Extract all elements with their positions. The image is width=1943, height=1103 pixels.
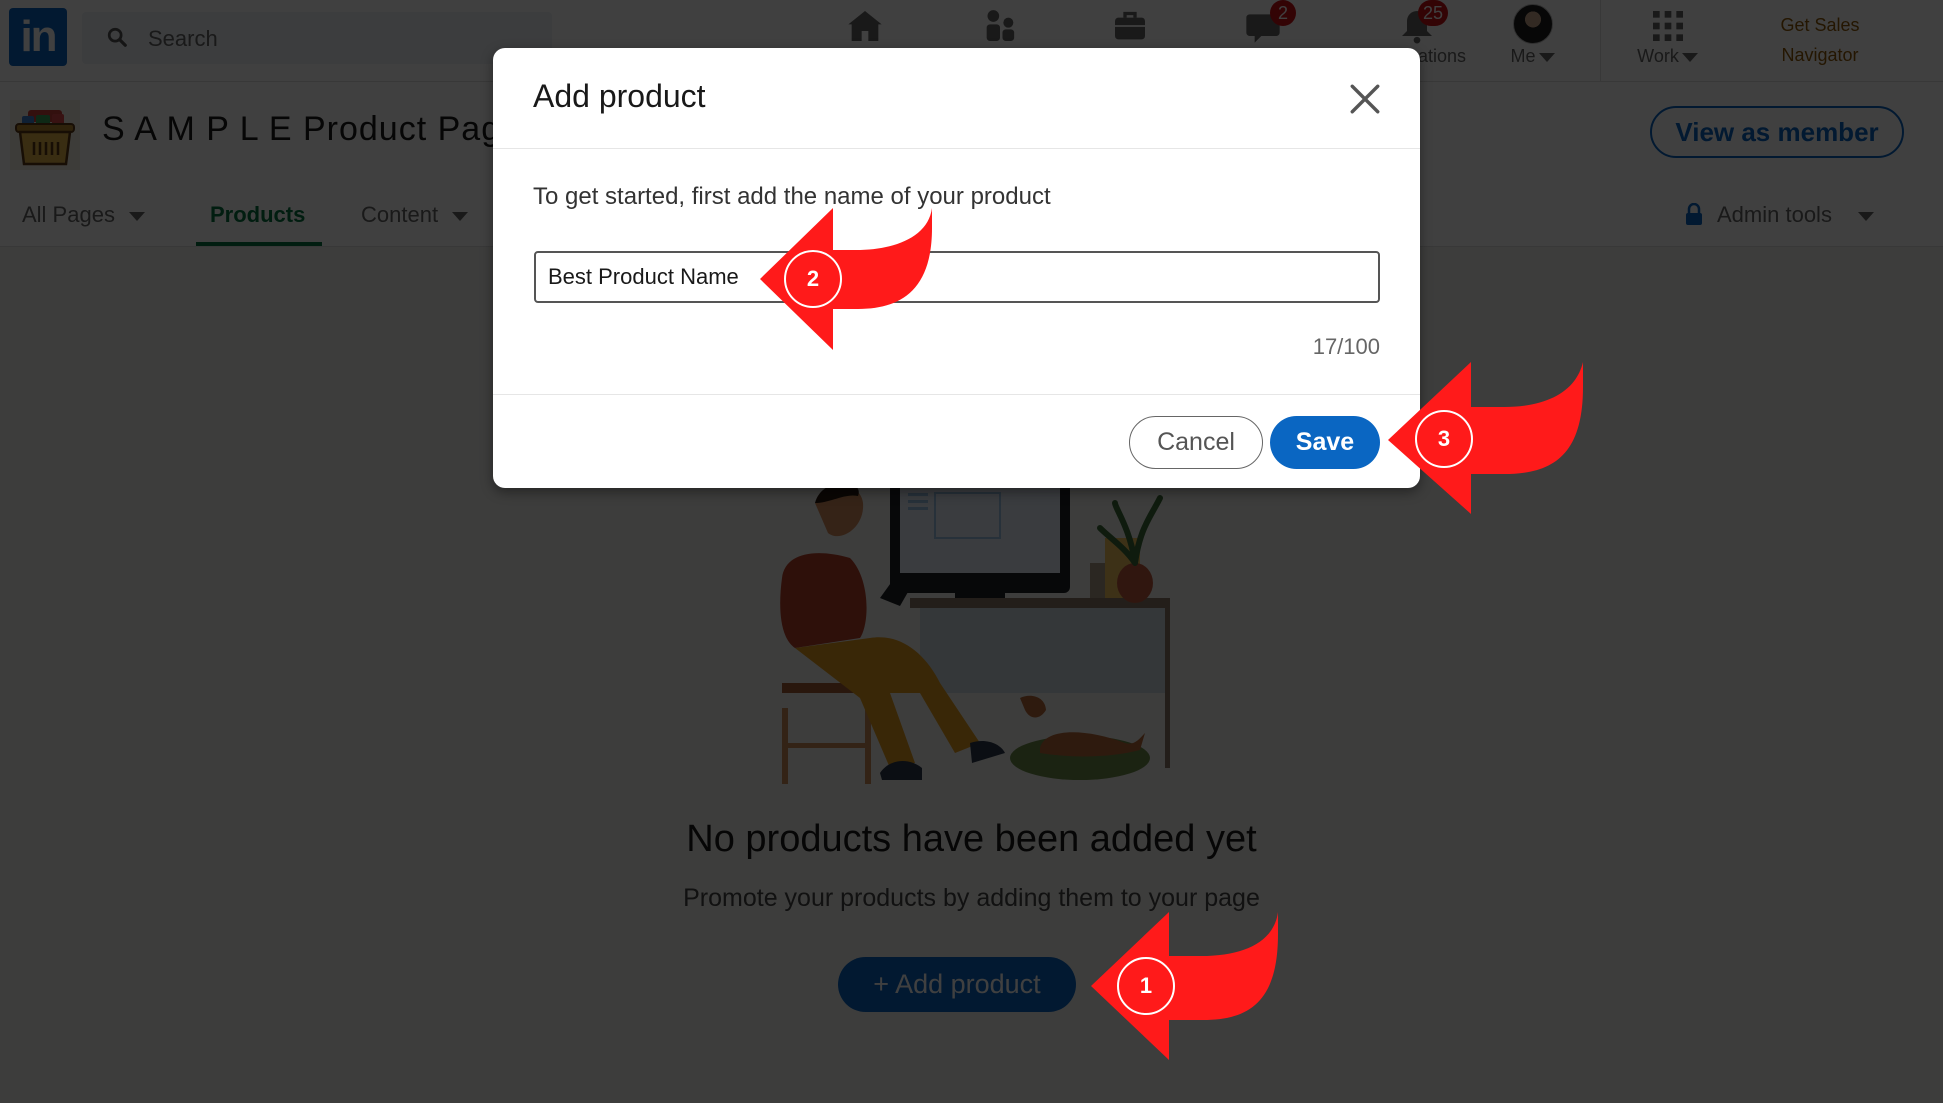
save-button[interactable]: Save — [1270, 416, 1380, 469]
callout-arrow-3: 3 — [1386, 362, 1584, 514]
dialog-prompt: To get started, first add the name of yo… — [533, 183, 1051, 210]
dialog-footer-divider — [493, 394, 1420, 395]
step-number-2: 2 — [784, 250, 842, 308]
product-name-input[interactable] — [534, 251, 1380, 303]
dialog-title: Add product — [533, 78, 706, 114]
close-icon[interactable] — [1348, 82, 1382, 116]
character-counter: 17/100 — [1312, 334, 1380, 359]
step-number-1: 1 — [1117, 957, 1175, 1015]
callout-arrow-2: 2 — [758, 208, 933, 350]
dialog-header-divider — [493, 148, 1420, 149]
cancel-button[interactable]: Cancel — [1129, 416, 1263, 469]
step-number-3: 3 — [1415, 410, 1473, 468]
add-product-dialog: Add product To get started, first add th… — [493, 48, 1420, 488]
callout-arrow-1: 1 — [1089, 912, 1279, 1060]
